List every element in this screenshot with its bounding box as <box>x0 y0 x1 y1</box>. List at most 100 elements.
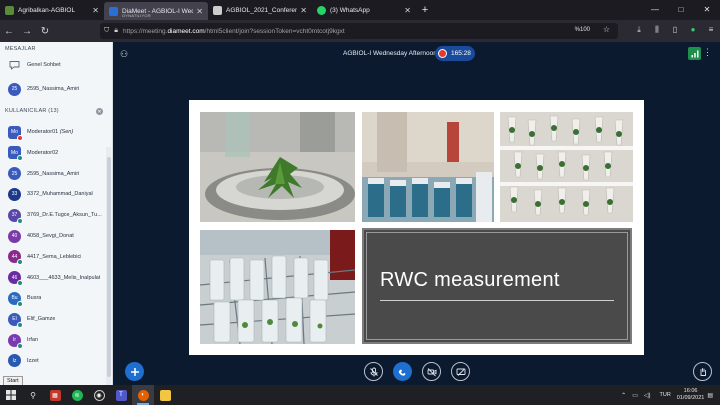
language-indicator[interactable]: TUR <box>659 392 670 398</box>
user-list-item[interactable]: Bu Busra <box>0 289 106 307</box>
chat-item-public[interactable]: Genel Sohbet <box>0 56 106 74</box>
screen-share-button[interactable] <box>451 362 470 381</box>
taskbar-app-1[interactable]: ▦ <box>44 385 66 405</box>
microphone-button[interactable] <box>364 362 383 381</box>
user-list-item[interactable]: 40 4058_Sevgi_Donat <box>0 227 106 245</box>
extension-icon[interactable]: ● <box>688 25 698 35</box>
forward-icon[interactable]: → <box>18 26 36 37</box>
search-button[interactable]: ⚲ <box>22 385 44 405</box>
volume-icon[interactable]: ◁) <box>644 392 651 399</box>
taskbar-firefox[interactable]: ◐ <box>132 385 154 405</box>
avatar-initials: El <box>12 316 17 323</box>
mic-badge-icon <box>17 300 23 307</box>
user-list-item[interactable]: Mo Moderator02 <box>0 144 106 162</box>
user-list-item[interactable]: El Elif_Gamze <box>0 310 106 328</box>
agribalkan-favicon-icon <box>5 5 14 15</box>
avatar-initials: 44 <box>11 253 18 260</box>
user-list-item[interactable]: 33 3372_Muhammad_Daniyal <box>0 185 106 203</box>
document-favicon-icon <box>213 5 222 15</box>
tab-diameet[interactable]: DiaMeet - AGBIOL-I Wednesday OYNATILIYOR… <box>104 2 208 20</box>
downloads-icon[interactable]: ⤓ <box>634 25 644 35</box>
raise-hand-button[interactable] <box>693 362 712 381</box>
user-name: Izzet <box>27 358 39 364</box>
microphone-muted-icon <box>369 367 378 376</box>
more-options-icon[interactable]: ⋮ <box>703 47 712 58</box>
user-name-text: 4417_Sema_Leblebici <box>27 253 82 260</box>
connection-status-icon[interactable] <box>688 47 701 60</box>
tray-arrow-icon[interactable]: ⌃ <box>621 392 626 399</box>
slide-title: RWC measurement <box>380 269 560 291</box>
back-icon[interactable]: ← <box>0 26 18 37</box>
zoom-level[interactable]: %100 <box>575 27 590 33</box>
minimize-button[interactable]: — <box>642 0 668 20</box>
leave-audio-button[interactable] <box>393 362 412 381</box>
system-tray: ⌃ ▭ ◁) TUR 16:06 01/09/2021 ▤ <box>618 385 716 405</box>
scrollbar-thumb[interactable] <box>106 157 111 377</box>
user-name-text: Irfan <box>27 337 39 343</box>
plant-in-weighing-dish-photo <box>200 112 355 222</box>
taskbar-teams[interactable]: T <box>110 385 132 405</box>
mic-badge-icon <box>17 342 23 349</box>
avatar: Mo <box>8 125 23 141</box>
recording-indicator[interactable]: 165:28 <box>435 46 475 61</box>
library-icon[interactable]: ⫼ <box>652 25 662 35</box>
plus-icon <box>130 367 139 376</box>
user-list-item[interactable]: Ir Irfan <box>0 331 106 349</box>
maximize-button[interactable]: □ <box>668 0 694 20</box>
hand-icon <box>700 367 706 376</box>
sidebar-icon[interactable]: ▯ <box>670 25 680 35</box>
close-tab-icon[interactable]: ✕ <box>300 6 307 15</box>
avatar: Iz <box>8 354 21 368</box>
clock[interactable]: 16:06 01/09/2021 <box>677 388 705 402</box>
menu-icon[interactable]: ≡ <box>706 25 716 35</box>
user-list-item[interactable]: 46 4603___4633_Melis_Inalpulat <box>0 269 106 287</box>
notifications-icon[interactable]: ▤ <box>707 392 713 399</box>
chat-label: 2595_Nassima_Amiri <box>27 86 80 92</box>
network-icon[interactable]: ▭ <box>632 392 638 399</box>
close-tab-icon[interactable]: ✕ <box>196 7 203 16</box>
bookmark-star-icon[interactable]: ☆ <box>603 25 610 34</box>
url-bar[interactable]: ⛉ 🔒︎ https://meeting. diameet.com/html5cl… <box>100 23 618 39</box>
user-list-item[interactable]: 37 3769_Dr.E.Tugce_Aksun_Tu... <box>0 206 106 224</box>
avatar: 25 <box>8 167 21 181</box>
toggle-userlist-icon[interactable]: ⚇ <box>120 49 128 60</box>
lock-icon[interactable]: 🔒︎ <box>114 27 118 35</box>
user-list-item[interactable]: Iz Izzet <box>0 352 106 370</box>
start-button[interactable] <box>0 385 22 405</box>
tab-whatsapp[interactable]: (3) WhatsApp ✕ <box>312 0 416 20</box>
reload-icon[interactable]: ↻ <box>36 26 54 37</box>
tab-conference-program[interactable]: AGBIOL_2021_Conferences_Program ✕ <box>208 0 312 20</box>
user-list-scrollbar[interactable] <box>106 147 111 385</box>
taskbar-app-2[interactable]: ◉ <box>88 385 110 405</box>
user-list-item[interactable]: 44 4417_Sema_Leblebici <box>0 248 106 266</box>
close-users-icon[interactable]: ✕ <box>96 108 103 115</box>
close-tab-icon[interactable]: ✕ <box>92 6 99 15</box>
muted-mic-badge-icon <box>17 134 23 141</box>
camera-button[interactable] <box>422 362 441 381</box>
recording-time: 165:28 <box>451 50 471 57</box>
avatar-initials: 40 <box>11 233 18 239</box>
windows-taskbar: ⚲ ▦ ≋ ◉ T ◐ ⌃ ▭ ◁) TUR 16:06 01/09/2021 … <box>0 385 720 405</box>
avatar: Ir <box>8 333 23 349</box>
avatar: 46 <box>8 271 23 287</box>
taskbar-spotify[interactable]: ≋ <box>66 385 88 405</box>
slide-title-underline <box>380 300 614 301</box>
close-window-button[interactable]: ✕ <box>694 0 720 20</box>
meeting-title: AGBIOL-I Wednesday Afternoon <box>343 50 437 57</box>
actions-plus-button[interactable] <box>125 362 144 381</box>
user-list-item[interactable]: Mo Moderator01 (Sen) <box>0 123 106 141</box>
mic-badge-icon <box>17 217 23 224</box>
avatar-initials: Ir <box>12 337 17 343</box>
mic-badge-icon <box>17 155 23 162</box>
new-tab-button[interactable]: + <box>416 0 434 20</box>
tab-agribalkan[interactable]: Agribalkan-AGBIOL ✕ <box>0 0 104 20</box>
taskbar-file-explorer[interactable] <box>154 385 176 405</box>
search-icon: ⚲ <box>30 390 36 400</box>
user-name-text: 3769_Dr.E.Tugce_Aksun_Tu... <box>27 212 102 219</box>
app-circle-icon: ◉ <box>93 389 105 401</box>
shield-icon[interactable]: ⛉ <box>104 27 109 35</box>
user-name: 4058_Sevgi_Donat <box>27 233 74 239</box>
close-tab-icon[interactable]: ✕ <box>404 6 411 15</box>
user-list-item[interactable]: 25 2595_Nassima_Amiri <box>0 165 106 183</box>
chat-item-private[interactable]: 25 2595_Nassima_Amiri <box>0 80 106 98</box>
